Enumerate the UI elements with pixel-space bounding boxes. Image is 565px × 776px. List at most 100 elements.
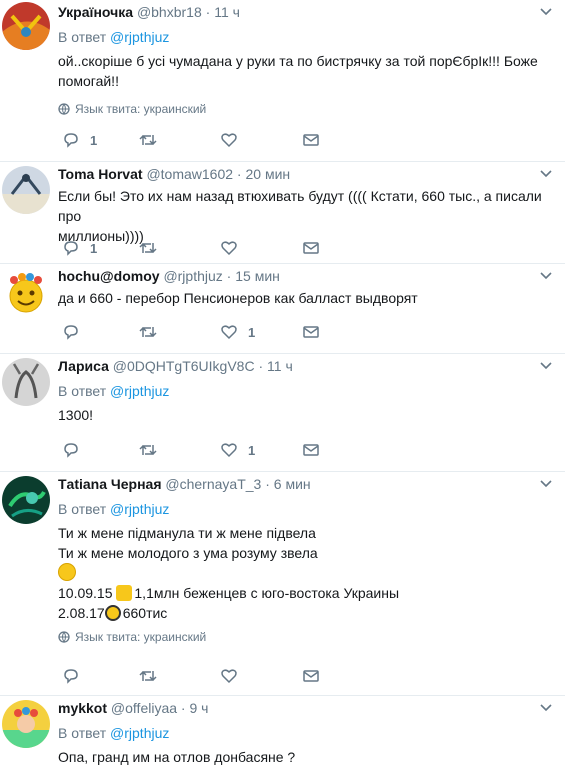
reply-button[interactable]: 1 bbox=[62, 238, 97, 258]
caret-down-icon[interactable] bbox=[539, 473, 553, 495]
direct-message-button[interactable] bbox=[302, 440, 320, 460]
caret-down-icon[interactable] bbox=[539, 355, 553, 377]
smiling-face-emoji bbox=[58, 563, 76, 581]
retweet-button[interactable] bbox=[138, 666, 168, 686]
caret-down-icon[interactable] bbox=[539, 697, 553, 719]
like-count: 1 bbox=[248, 324, 256, 340]
reply-icon bbox=[64, 325, 78, 340]
like-button[interactable] bbox=[220, 130, 248, 150]
like-button[interactable] bbox=[220, 238, 248, 258]
retweet-icon bbox=[139, 444, 157, 456]
direct-message-icon bbox=[303, 326, 319, 338]
retweet-button[interactable] bbox=[138, 322, 168, 342]
tweet-header: Тatiana Черная @chernayaT_3 · 6 мин bbox=[58, 473, 553, 495]
tweet-text: да и 660 - перебор Пенсионеров как балла… bbox=[58, 290, 418, 306]
avatar[interactable] bbox=[2, 700, 50, 748]
retweet-button[interactable] bbox=[138, 238, 168, 258]
caret-down-icon[interactable] bbox=[539, 265, 553, 287]
tweet-header: Україночка @bhxbr18 · 11 ч bbox=[58, 1, 553, 23]
timestamp[interactable]: 6 мин bbox=[274, 476, 311, 492]
reply-icon bbox=[64, 241, 78, 256]
direct-message-button[interactable] bbox=[302, 322, 320, 342]
like-icon bbox=[221, 133, 237, 148]
timestamp[interactable]: 15 мин bbox=[235, 268, 280, 284]
user-handle[interactable]: @chernayaT_3 bbox=[165, 476, 261, 492]
tweet-text: Ти ж мене підманула ти ж мене підвела Ти… bbox=[58, 525, 400, 621]
direct-message-icon bbox=[303, 134, 319, 146]
display-name[interactable]: mykkot bbox=[58, 700, 107, 716]
reply-button[interactable] bbox=[62, 666, 90, 686]
tweet[interactable]: Toma Horvat @tomaw1602 · 20 мин Если бы!… bbox=[0, 162, 565, 264]
timestamp[interactable]: 11 ч bbox=[214, 4, 240, 20]
display-name[interactable]: Україночка bbox=[58, 4, 133, 20]
globe-icon bbox=[58, 103, 70, 115]
caret-down-icon[interactable] bbox=[539, 1, 553, 23]
tweet-text: Если бы! Это их нам назад втюхивать буду… bbox=[58, 188, 542, 244]
reply-count: 1 bbox=[90, 240, 98, 256]
like-count: 1 bbox=[248, 442, 256, 458]
like-button[interactable] bbox=[220, 666, 248, 686]
reply-icon bbox=[64, 443, 78, 458]
reply-to-link[interactable]: @rjpthjuz bbox=[110, 383, 169, 399]
reply-icon bbox=[64, 669, 78, 684]
avatar[interactable] bbox=[2, 268, 50, 316]
direct-message-icon bbox=[303, 444, 319, 456]
reply-count: 1 bbox=[90, 132, 98, 148]
reply-button[interactable]: 1 bbox=[62, 130, 97, 150]
tweet-text: Опа, гранд им на отлов донбасяне ? bbox=[58, 749, 296, 765]
like-button[interactable]: 1 bbox=[220, 440, 255, 460]
tweet[interactable]: mykkot @offeliyaa · 9 ч В ответ @rjpthju… bbox=[0, 696, 565, 776]
display-name[interactable]: Toma Horvat bbox=[58, 166, 143, 182]
tweet[interactable]: Україночка @bhxbr18 · 11 ч В ответ @rjpt… bbox=[0, 0, 565, 162]
user-handle[interactable]: @bhxbr18 bbox=[137, 4, 202, 20]
retweet-button[interactable] bbox=[138, 440, 168, 460]
tweet[interactable]: hochu@domoy @rjpthjuz · 15 мин да и 660 … bbox=[0, 264, 565, 354]
globe-icon bbox=[58, 631, 70, 643]
tweet-actions: 1 bbox=[58, 130, 358, 150]
reply-context: В ответ @rjpthjuz bbox=[58, 501, 170, 517]
tweet-actions: 1 bbox=[58, 322, 358, 342]
timestamp[interactable]: 11 ч bbox=[267, 358, 293, 374]
reply-to-link[interactable]: @rjpthjuz bbox=[110, 725, 169, 741]
tweet-actions: 1 bbox=[58, 238, 358, 258]
display-name[interactable]: Лариса bbox=[58, 358, 109, 374]
retweet-button[interactable] bbox=[138, 130, 168, 150]
tweet-language: Язык твита: украинский bbox=[58, 629, 553, 645]
reply-to-link[interactable]: @rjpthjuz bbox=[110, 501, 169, 517]
reply-context: В ответ @rjpthjuz bbox=[58, 725, 170, 741]
direct-message-button[interactable] bbox=[302, 666, 320, 686]
sunglasses-emoji bbox=[104, 605, 121, 621]
reply-icon bbox=[64, 133, 78, 148]
display-name[interactable]: Тatiana Черная bbox=[58, 476, 162, 492]
tweet-actions: 1 bbox=[58, 440, 358, 460]
like-button[interactable]: 1 bbox=[220, 322, 255, 342]
direct-message-icon bbox=[303, 242, 319, 254]
pointing-hand-emoji bbox=[116, 585, 133, 601]
reply-button[interactable] bbox=[62, 440, 90, 460]
direct-message-button[interactable] bbox=[302, 238, 320, 258]
reply-context: В ответ @rjpthjuz bbox=[58, 383, 170, 399]
timestamp[interactable]: 9 ч bbox=[189, 700, 208, 716]
user-handle[interactable]: @tomaw1602 bbox=[146, 166, 233, 182]
reply-button[interactable] bbox=[62, 322, 90, 342]
tweet[interactable]: Тatiana Черная @chernayaT_3 · 6 мин В от… bbox=[0, 472, 565, 696]
display-name[interactable]: hochu@domoy bbox=[58, 268, 160, 284]
like-icon bbox=[221, 443, 237, 458]
reply-to-link[interactable]: @rjpthjuz bbox=[110, 29, 169, 45]
avatar[interactable] bbox=[2, 166, 50, 214]
retweet-icon bbox=[139, 242, 157, 254]
reply-context: В ответ @rjpthjuz bbox=[58, 29, 170, 45]
direct-message-button[interactable] bbox=[302, 130, 320, 150]
direct-message-icon bbox=[303, 670, 319, 682]
user-handle[interactable]: @0DQHTgT6UIkgV8C bbox=[113, 358, 255, 374]
retweet-icon bbox=[139, 134, 157, 146]
user-handle[interactable]: @rjpthjuz bbox=[163, 268, 222, 284]
caret-down-icon[interactable] bbox=[539, 163, 553, 185]
avatar[interactable] bbox=[2, 358, 50, 406]
avatar[interactable] bbox=[2, 476, 50, 524]
user-handle[interactable]: @offeliyaa bbox=[111, 700, 177, 716]
retweet-icon bbox=[139, 326, 157, 338]
tweet[interactable]: Лариса @0DQHTgT6UIkgV8C · 11 ч В ответ @… bbox=[0, 354, 565, 472]
avatar[interactable] bbox=[2, 2, 50, 50]
timestamp[interactable]: 20 мин bbox=[245, 166, 290, 182]
